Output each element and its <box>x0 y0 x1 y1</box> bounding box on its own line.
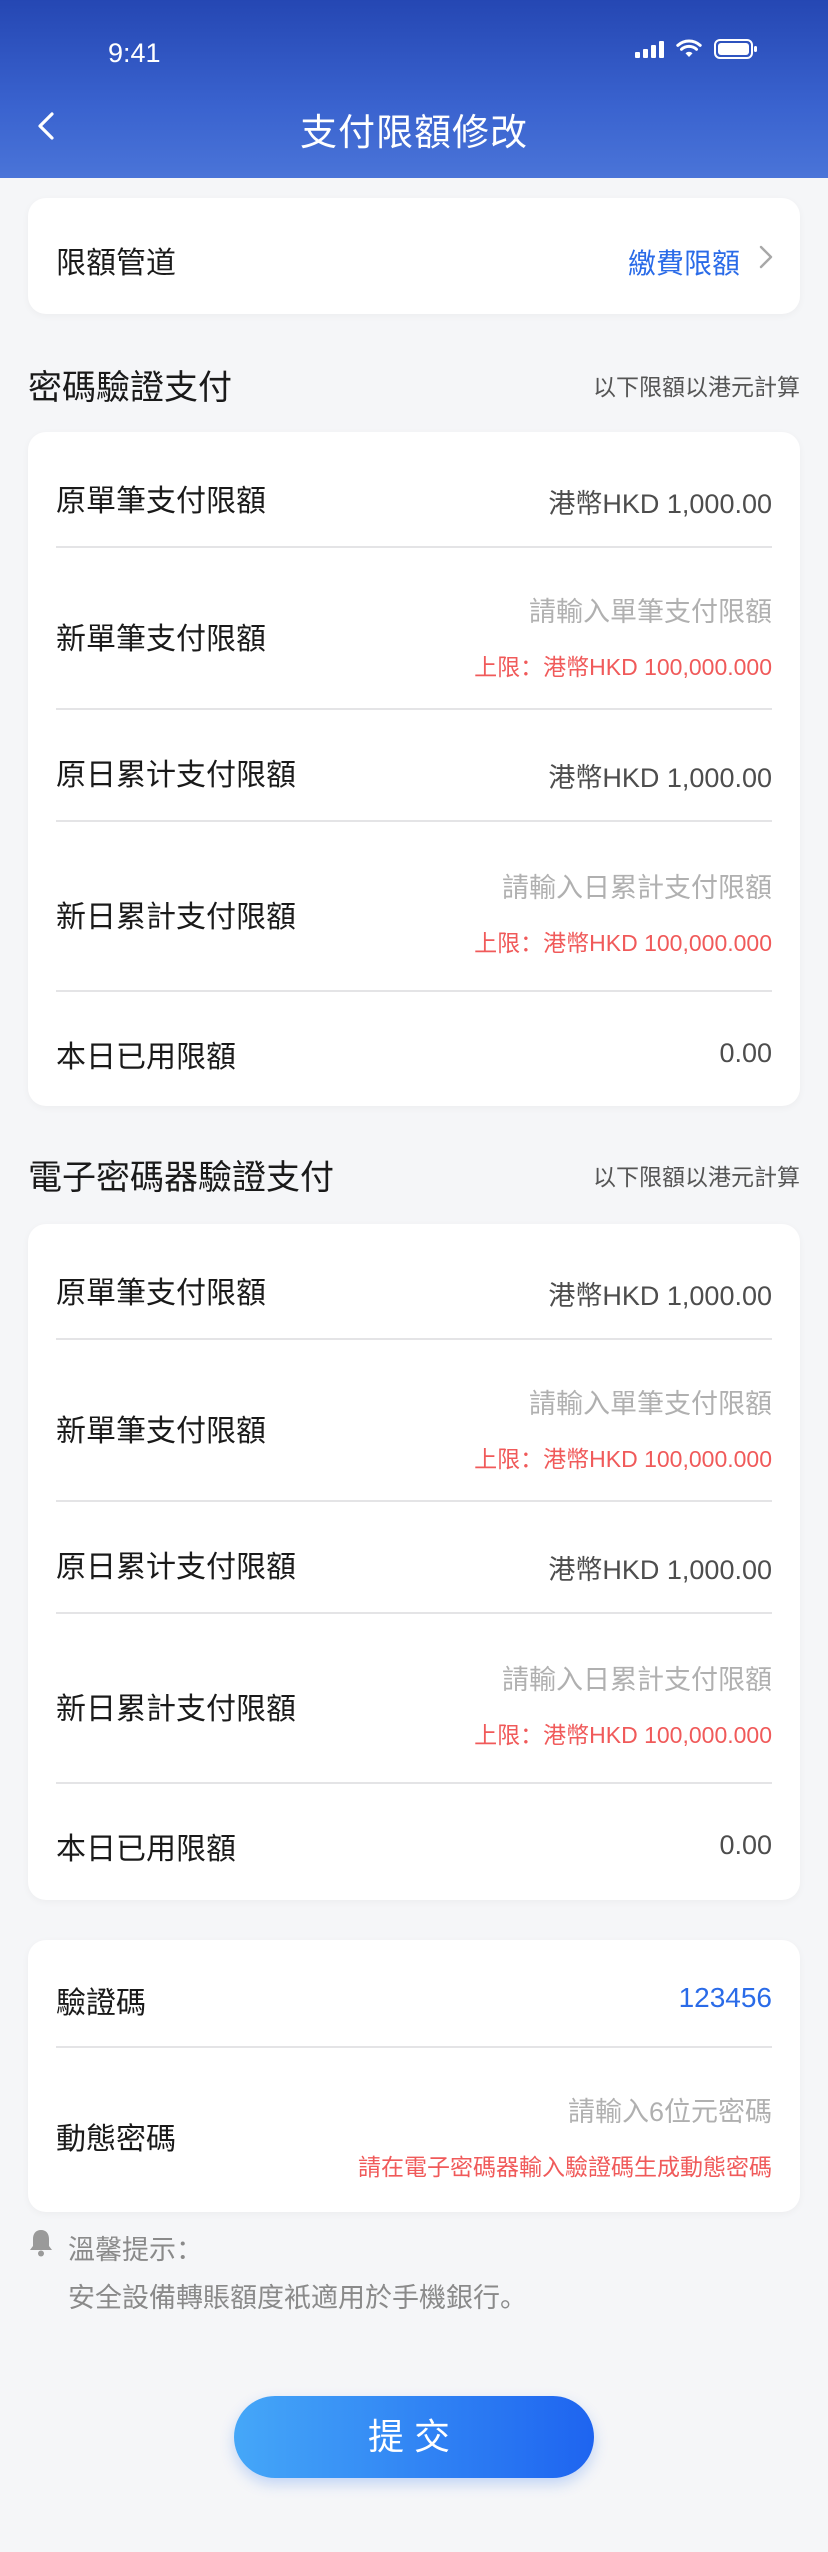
orig-single-value: 港幣HKD 1,000.00 <box>548 489 772 519</box>
channel-card[interactable]: 限額管道 繳費限額 <box>28 198 800 314</box>
chevron-right-icon[interactable] <box>758 244 774 275</box>
verify-code-label: 驗證碼 <box>56 1987 146 2020</box>
used-today-label: 本日已用限額 <box>56 1041 236 1074</box>
orig-single-label: 原單筆支付限額 <box>56 485 266 518</box>
tip-body: 安全設備轉賬額度衹適用於手機銀行。 <box>68 2283 527 2313</box>
new-daily-input[interactable]: 請輸入日累計支付限額 <box>502 866 772 905</box>
token-section-title: 電子密碼器驗證支付 <box>28 1159 334 1197</box>
new-daily-limit: 上限：港幣HKD 100,000.000 <box>474 1722 772 1748</box>
wifi-icon <box>676 39 702 59</box>
used-today-value: 0.00 <box>719 1038 772 1068</box>
orig-daily-row: 原日累计支付限額 港幣HKD 1,000.00 <box>56 1502 772 1614</box>
new-single-input[interactable]: 請輸入單筆支付限額 <box>529 1382 772 1421</box>
channel-label: 限額管道 <box>56 247 176 280</box>
channel-value[interactable]: 繳費限額 <box>628 242 740 282</box>
orig-daily-value: 港幣HKD 1,000.00 <box>548 763 772 793</box>
new-single-label: 新單筆支付限額 <box>56 623 266 656</box>
page-title: 支付限額修改 <box>300 112 528 153</box>
new-daily-limit: 上限：港幣HKD 100,000.000 <box>474 930 772 956</box>
verify-code-value: 123456 <box>678 1982 772 2013</box>
new-daily-label: 新日累計支付限額 <box>56 1693 296 1726</box>
signal-icon <box>635 40 664 58</box>
orig-daily-row: 原日累计支付限額 港幣HKD 1,000.00 <box>56 710 772 822</box>
used-today-label: 本日已用限額 <box>56 1833 236 1866</box>
new-daily-row[interactable]: 新日累計支付限額 請輸入日累計支付限額 上限：港幣HKD 100,000.000 <box>56 822 772 992</box>
new-single-row[interactable]: 新單筆支付限額 請輸入單筆支付限額 上限：港幣HKD 100,000.000 <box>56 1340 772 1502</box>
tip-title: 溫馨提示： <box>68 2235 203 2265</box>
battery-icon <box>714 38 758 60</box>
verification-card: 驗證碼 123456 動態密碼 請輸入6位元密碼 請在電子密碼器輸入驗證碼生成動… <box>28 1940 800 2212</box>
password-limits-card: 原單筆支付限額 港幣HKD 1,000.00 新單筆支付限額 請輸入單筆支付限額… <box>28 432 800 1106</box>
new-single-label: 新單筆支付限額 <box>56 1415 266 1448</box>
status-icons <box>635 38 758 60</box>
orig-single-value: 港幣HKD 1,000.00 <box>548 1281 772 1311</box>
used-today-row: 本日已用限額 0.00 <box>56 992 772 1102</box>
orig-single-row: 原單筆支付限額 港幣HKD 1,000.00 <box>56 1224 772 1340</box>
new-daily-input[interactable]: 請輸入日累計支付限額 <box>502 1658 772 1697</box>
bell-icon <box>28 2228 54 2263</box>
password-section-note: 以下限額以港元計算 <box>593 374 800 400</box>
verify-code-row: 驗證碼 123456 <box>56 1940 772 2048</box>
token-limits-card: 原單筆支付限額 港幣HKD 1,000.00 新單筆支付限額 請輸入單筆支付限額… <box>28 1224 800 1900</box>
orig-single-label: 原單筆支付限額 <box>56 1277 266 1310</box>
orig-daily-label: 原日累计支付限額 <box>56 759 296 792</box>
dynamic-password-hint: 請在電子密碼器輸入驗證碼生成動態密碼 <box>358 2154 772 2180</box>
new-single-input[interactable]: 請輸入單筆支付限額 <box>529 590 772 629</box>
dynamic-password-label: 動態密碼 <box>56 2123 176 2156</box>
password-section-title: 密碼驗證支付 <box>28 369 232 407</box>
submit-button[interactable]: 提交 <box>234 2396 594 2478</box>
dynamic-password-input[interactable]: 請輸入6位元密碼 <box>568 2090 772 2129</box>
dynamic-password-row[interactable]: 動態密碼 請輸入6位元密碼 請在電子密碼器輸入驗證碼生成動態密碼 <box>56 2048 772 2210</box>
app-header: 9:41 支付限額修改 <box>0 0 828 178</box>
orig-daily-value: 港幣HKD 1,000.00 <box>548 1555 772 1585</box>
new-daily-row[interactable]: 新日累計支付限額 請輸入日累計支付限額 上限：港幣HKD 100,000.000 <box>56 1614 772 1784</box>
new-daily-label: 新日累計支付限額 <box>56 901 296 934</box>
orig-daily-label: 原日累计支付限額 <box>56 1551 296 1584</box>
orig-single-row: 原單筆支付限額 港幣HKD 1,000.00 <box>56 432 772 548</box>
new-single-row[interactable]: 新單筆支付限額 請輸入單筆支付限額 上限：港幣HKD 100,000.000 <box>56 548 772 710</box>
new-single-limit: 上限：港幣HKD 100,000.000 <box>474 1446 772 1472</box>
status-time: 9:41 <box>108 38 161 68</box>
new-single-limit: 上限：港幣HKD 100,000.000 <box>474 654 772 680</box>
used-today-value: 0.00 <box>719 1830 772 1860</box>
token-section-note: 以下限額以港元計算 <box>593 1164 800 1190</box>
used-today-row: 本日已用限額 0.00 <box>56 1784 772 1896</box>
